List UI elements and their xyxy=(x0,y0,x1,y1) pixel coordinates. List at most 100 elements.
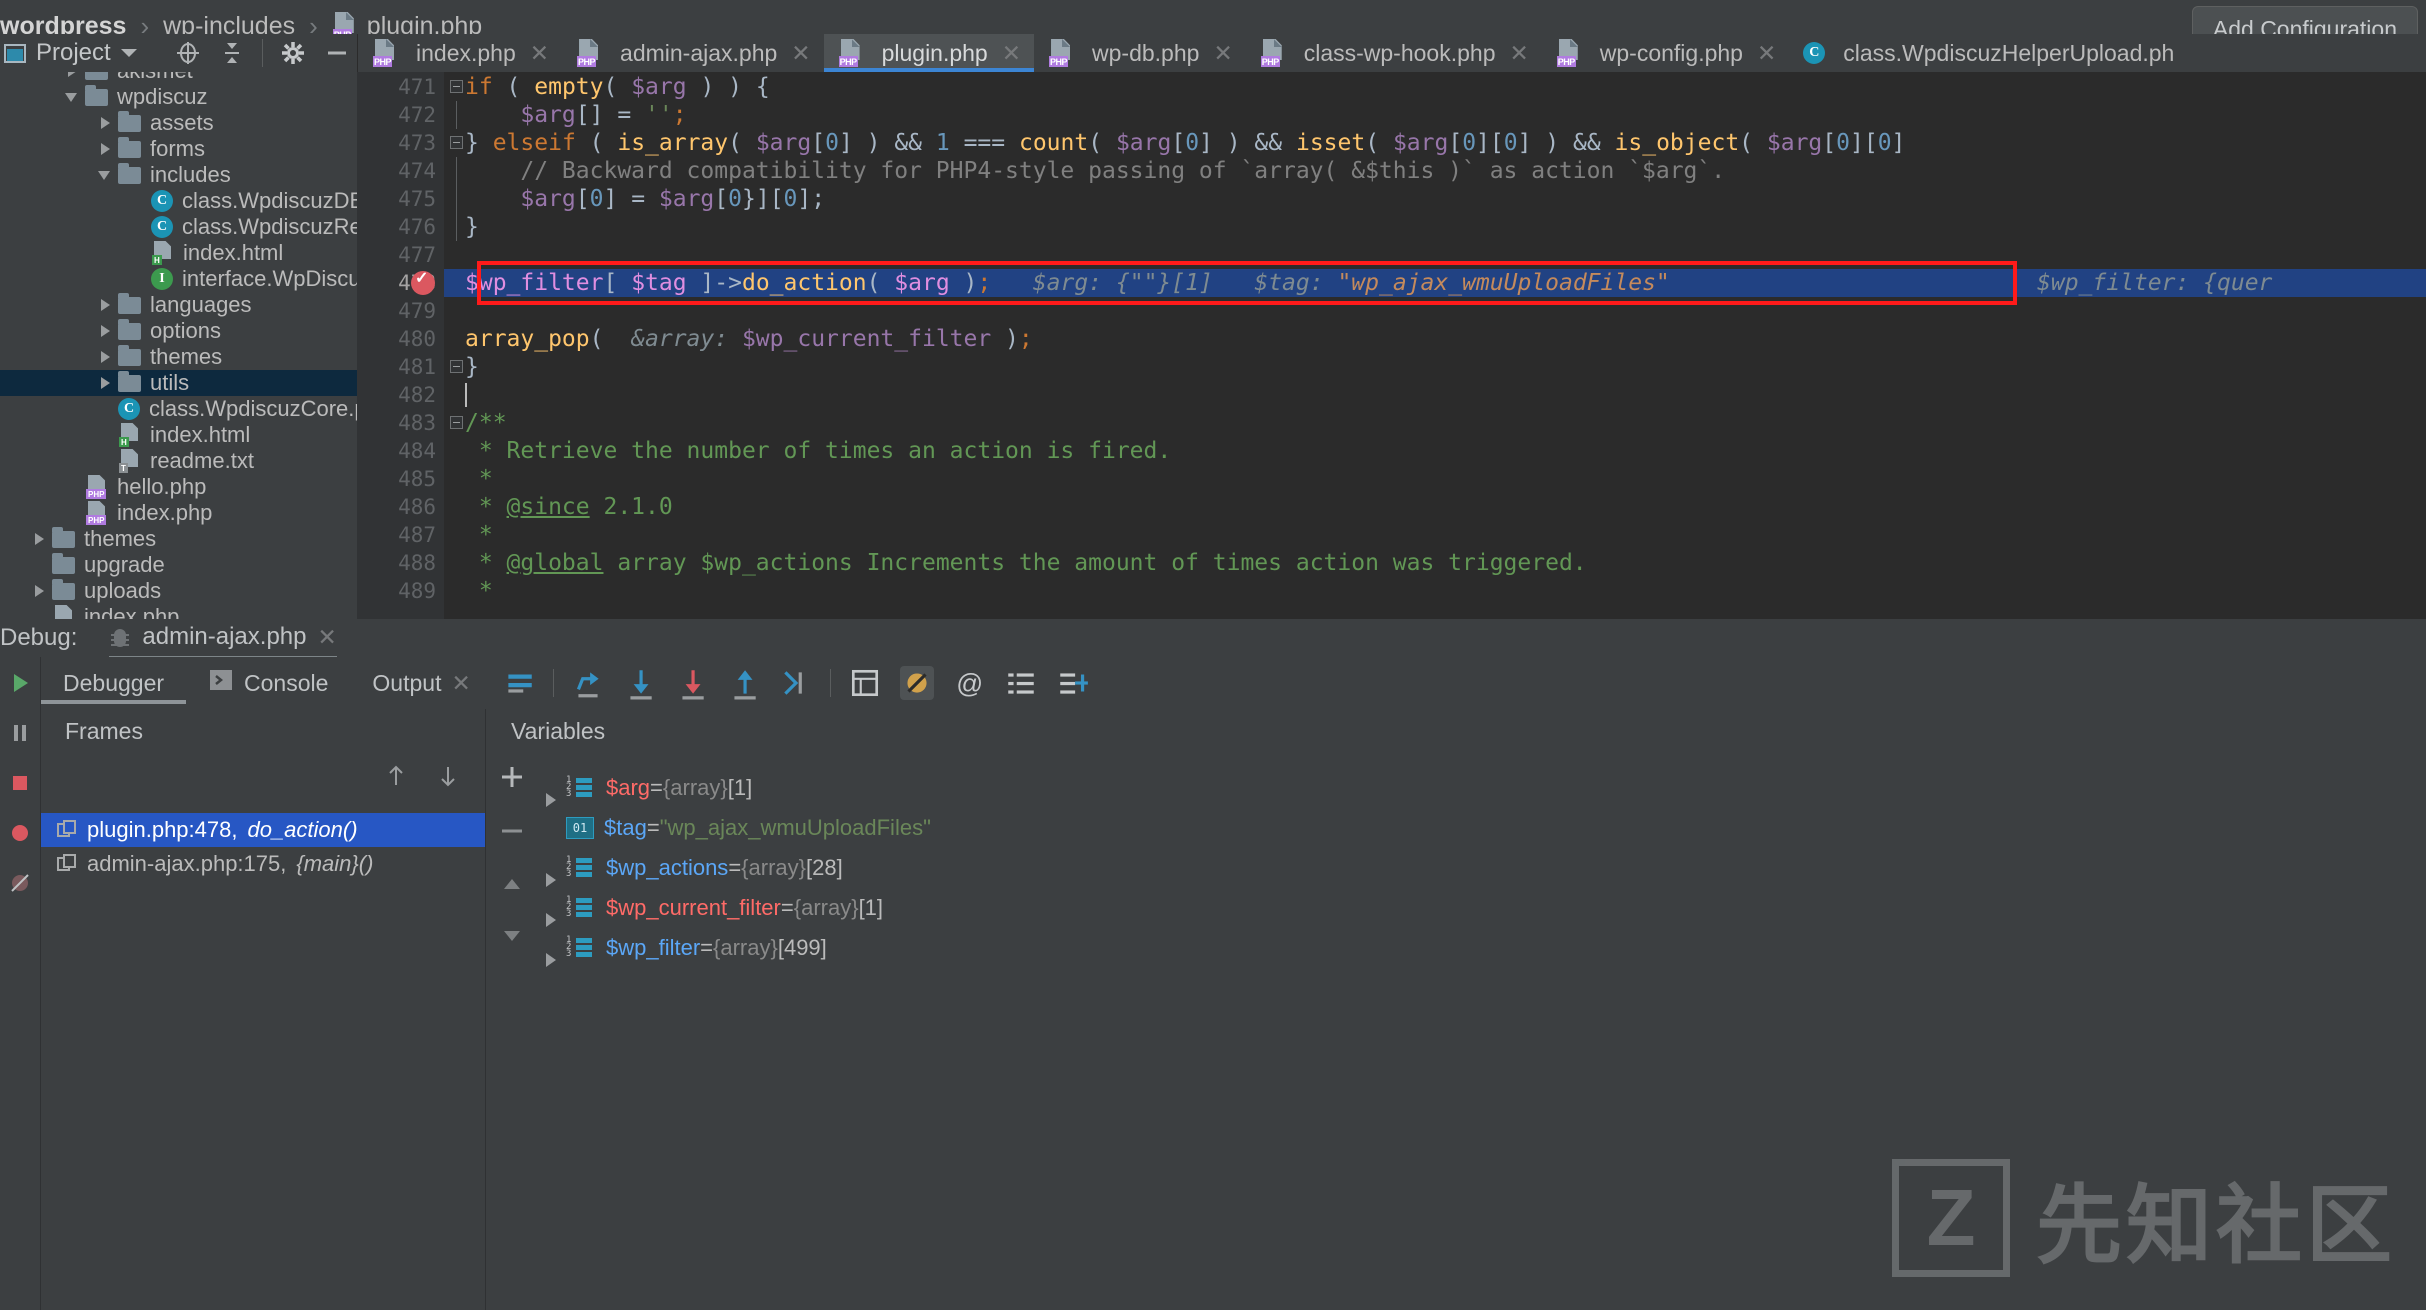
move-watch-up-icon[interactable] xyxy=(498,871,526,904)
locate-icon[interactable] xyxy=(174,39,202,67)
code-fold-collapse-icon[interactable] xyxy=(447,353,465,381)
code-line[interactable]: $arg[] = ''; xyxy=(465,101,687,129)
step-over-icon[interactable] xyxy=(571,666,605,700)
close-icon[interactable]: ✕ xyxy=(318,624,337,651)
tree-item-index-php[interactable]: PHPindex.php xyxy=(0,500,357,526)
layout-icon[interactable] xyxy=(1056,666,1090,700)
expand-arrow-icon[interactable] xyxy=(96,374,114,392)
close-icon[interactable]: ✕ xyxy=(1213,40,1232,67)
frames-list[interactable]: plugin.php:478, do_action()admin-ajax.ph… xyxy=(40,803,485,1310)
evaluate-expression-icon[interactable] xyxy=(848,666,882,700)
debug-tab-console[interactable]: Console xyxy=(186,657,350,709)
variable-row[interactable]: 123$wp_filter = {array} [499] xyxy=(540,933,2426,959)
collapse-all-icon[interactable] xyxy=(218,39,246,67)
editor-tab-wp-db-php[interactable]: PHPwp-db.php✕ xyxy=(1034,34,1246,72)
tree-item-akismet[interactable]: akismet xyxy=(0,72,357,84)
code-line[interactable]: /** xyxy=(465,409,507,437)
variable-row[interactable]: 123$wp_current_filter = {array} [1] xyxy=(540,893,2426,919)
debug-tab-debugger[interactable]: Debugger xyxy=(41,657,186,709)
at-icon[interactable]: @ xyxy=(952,666,986,700)
frames-up-icon[interactable] xyxy=(381,761,411,796)
tree-item-index-html[interactable]: Hindex.html xyxy=(0,240,357,266)
tree-item-assets[interactable]: assets xyxy=(0,110,357,136)
expand-arrow-icon[interactable] xyxy=(63,72,81,80)
frames-toolbar[interactable] xyxy=(40,753,485,803)
expand-arrow-icon[interactable] xyxy=(96,114,114,132)
debug-side-strip[interactable] xyxy=(0,657,40,1310)
hide-panel-icon[interactable] xyxy=(323,39,351,67)
close-icon[interactable]: ✕ xyxy=(530,40,549,67)
step-into-icon[interactable] xyxy=(623,666,657,700)
code-line[interactable]: array_pop( &array: $wp_current_filter ); xyxy=(465,325,1033,353)
collapse-arrow-icon[interactable] xyxy=(96,166,114,184)
debug-tab-output[interactable]: Output✕ xyxy=(350,657,492,709)
variables-side-toolbar[interactable] xyxy=(485,753,540,1310)
code-line[interactable]: * @global array $wp_actions Increments t… xyxy=(465,549,1587,577)
tree-item-forms[interactable]: forms xyxy=(0,136,357,162)
tree-item-utils[interactable]: utils xyxy=(0,370,357,396)
run-to-cursor-icon[interactable] xyxy=(779,666,813,700)
mute-breakpoints-icon[interactable] xyxy=(900,666,934,700)
expand-arrow-icon[interactable] xyxy=(30,530,48,548)
editor-tab-index-php[interactable]: PHPindex.php✕ xyxy=(358,34,562,72)
tree-item-uploads[interactable]: uploads xyxy=(0,578,357,604)
code-line[interactable]: * xyxy=(465,577,493,605)
view-breakpoints-icon[interactable] xyxy=(6,819,34,847)
remove-watch-icon[interactable] xyxy=(496,815,528,852)
variable-row[interactable]: 123$arg = {array} [1] xyxy=(540,773,2426,799)
close-icon[interactable]: ✕ xyxy=(1757,40,1776,67)
tree-item-includes[interactable]: includes xyxy=(0,162,357,188)
frame-row[interactable]: plugin.php:478, do_action() xyxy=(41,813,485,847)
tree-item-themes[interactable]: themes xyxy=(0,344,357,370)
code-fold-collapse-icon[interactable] xyxy=(447,73,465,101)
expand-arrow-icon[interactable] xyxy=(96,322,114,340)
code-line[interactable]: } xyxy=(465,353,479,381)
move-watch-down-icon[interactable] xyxy=(498,921,526,954)
close-icon[interactable]: ✕ xyxy=(1002,40,1021,67)
editor-tab-admin-ajax-php[interactable]: PHPadmin-ajax.php✕ xyxy=(562,34,824,72)
code-line[interactable]: if ( empty( $arg ) ) { xyxy=(465,73,770,101)
frame-row[interactable]: admin-ajax.php:175, {main}() xyxy=(41,847,485,881)
tree-item-languages[interactable]: languages xyxy=(0,292,357,318)
expand-arrow-icon[interactable] xyxy=(96,140,114,158)
project-tree[interactable]: akismetwpdiscuzassetsformsincludesCclass… xyxy=(0,72,357,619)
code-fold-collapse-icon[interactable] xyxy=(447,129,465,157)
gear-icon[interactable] xyxy=(279,39,307,67)
tree-item-upgrade[interactable]: upgrade xyxy=(0,552,357,578)
close-icon[interactable]: ✕ xyxy=(791,40,810,67)
expand-arrow-icon[interactable] xyxy=(30,582,48,600)
code-line[interactable]: $arg[0] = $arg[0}][0]; xyxy=(465,185,825,213)
show-execution-point-icon[interactable] xyxy=(502,666,536,700)
tree-item-class-wpdiscuzdbmanag[interactable]: Cclass.WpdiscuzDBManag xyxy=(0,188,357,214)
stop-program-icon[interactable] xyxy=(6,769,34,797)
editor-tab-class-wp-hook-php[interactable]: PHPclass-wp-hook.php✕ xyxy=(1246,34,1542,72)
frames-down-icon[interactable] xyxy=(433,761,463,796)
expand-arrow-icon[interactable] xyxy=(96,296,114,314)
tree-item-class-wpdiscuzcore-php[interactable]: Cclass.WpdiscuzCore.php xyxy=(0,396,357,422)
tree-item-interface-wpdiscuzconst[interactable]: Iinterface.WpDiscuzConst xyxy=(0,266,357,292)
mute-breakpoints-strip-icon[interactable] xyxy=(6,869,34,897)
code-line[interactable]: $wp_filter[ $tag ]->do_action( $arg ); $… xyxy=(465,269,1670,297)
code-line[interactable]: * Retrieve the number of times an action… xyxy=(465,437,1171,465)
tree-item-class-wpdiscuzrest-php[interactable]: Cclass.WpdiscuzRest.php xyxy=(0,214,357,240)
editor-tab-class-wpdiscuzhelperupload-ph[interactable]: Cclass.WpdiscuzHelperUpload.ph xyxy=(1789,34,2187,72)
code-line[interactable]: * @since 2.1.0 xyxy=(465,493,673,521)
settings-list-icon[interactable] xyxy=(1004,666,1038,700)
editor-tab-plugin-php[interactable]: PHPplugin.php✕ xyxy=(824,34,1034,72)
pause-program-icon[interactable] xyxy=(6,719,34,747)
debug-session-tab[interactable]: admin-ajax.php ✕ xyxy=(109,623,336,653)
tree-item-index-html[interactable]: Hindex.html xyxy=(0,422,357,448)
tree-item-readme-txt[interactable]: Treadme.txt xyxy=(0,448,357,474)
breakpoint-icon[interactable] xyxy=(411,271,435,295)
tree-item-index-php[interactable]: PHPindex.php xyxy=(0,604,357,619)
code-line[interactable]: * xyxy=(465,521,493,549)
variable-row[interactable]: 01$tag = "wp_ajax_wmuUploadFiles" xyxy=(540,813,2426,839)
code-editor[interactable]: 4714724734744754764774784794804814824834… xyxy=(357,72,2426,619)
close-icon[interactable]: ✕ xyxy=(1509,40,1528,67)
code-line[interactable]: } xyxy=(465,213,479,241)
tree-item-wpdiscuz[interactable]: wpdiscuz xyxy=(0,84,357,110)
debugger-toolbar[interactable]: DebuggerConsoleOutput✕ @ xyxy=(40,657,2426,709)
collapse-arrow-icon[interactable] xyxy=(63,88,81,106)
chevron-down-icon[interactable] xyxy=(121,49,137,57)
code-line[interactable] xyxy=(465,381,467,409)
